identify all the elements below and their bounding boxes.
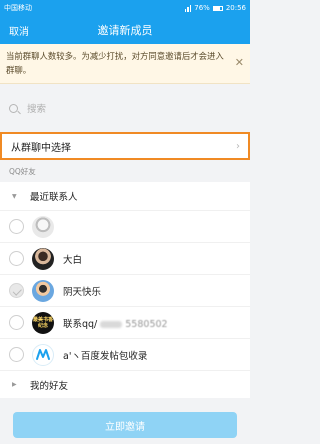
carrier-label: 中国移动 [4,4,32,12]
search-input[interactable]: 搜索 [27,101,46,115]
status-bar: 中国移动 76% 20:56 [0,0,250,16]
avatar: 最美书香纪念 [32,311,54,334]
page-title: 邀请新成员 [97,24,153,37]
avatar [32,215,54,238]
close-icon[interactable]: ✕ [235,56,244,70]
contact-list: ▼ 最近联系人 大白 阴天快乐 最美书香纪念 联系qq/5580502 a'ヽ百… [0,182,250,398]
notice-banner: 当前群聊人数较多。为减少打扰，对方同意邀请后才会进入群聊。 ✕ [0,44,250,84]
avatar [32,247,54,270]
invite-button[interactable]: 立即邀请 [13,412,237,438]
select-from-group-label: 从群聊中选择 [11,142,71,154]
cancel-button[interactable]: 取消 [9,23,29,38]
contact-number: 5580502 [125,318,168,330]
list-item[interactable]: 最美书香纪念 联系qq/5580502 [0,306,250,338]
redacted-text [100,320,123,328]
caret-down-icon: ▼ [12,192,17,200]
battery-percent: 76% [194,4,210,12]
list-item[interactable] [0,210,250,242]
list-item[interactable]: 阴天快乐 [0,274,250,306]
category-label: 最近联系人 [30,192,78,203]
status-right: 76% 20:56 [184,4,246,12]
contact-name: 阴天快乐 [63,286,102,298]
invite-screen: 中国移动 76% 20:56 取消 邀请新成员 当前群聊人数较多。为减少打扰，对… [0,0,250,444]
contact-name: 大白 [63,254,83,266]
signal-icon [184,4,192,12]
avatar-badge-text: 最美书香纪念 [32,316,53,329]
contact-name: 联系qq/5580502 [63,318,168,330]
category-label: 我的好友 [30,380,69,392]
select-from-group-row[interactable]: 从群聊中选择 › [0,132,250,160]
chevron-right-icon: › [236,141,240,152]
category-recent[interactable]: ▼ 最近联系人 [0,182,250,210]
contact-name: a'ヽ百度发帖包收录 [63,350,148,362]
battery-icon [212,5,223,11]
header: 中国移动 76% 20:56 取消 邀请新成员 [0,0,250,44]
section-label: QQ好友 [9,167,36,176]
caret-right-icon: ▶ [12,381,17,388]
avatar [32,343,54,366]
category-friends[interactable]: ▶ 我的好友 [0,370,250,398]
paw-logo-icon [36,348,50,360]
list-item[interactable]: a'ヽ百度发帖包收录 [0,338,250,370]
search-bar[interactable]: 搜索 [0,92,250,124]
list-item[interactable]: 大白 [0,242,250,274]
avatar [32,279,54,302]
checkbox[interactable] [9,251,24,266]
clock: 20:56 [225,4,246,12]
notice-text: 当前群聊人数较多。为减少打扰，对方同意邀请后才会进入群聊。 [6,51,224,75]
checkbox[interactable] [9,315,24,330]
title-bar: 取消 邀请新成员 [0,16,250,44]
search-icon [9,103,18,113]
checkbox[interactable] [9,219,24,234]
checkbox-checked[interactable] [9,283,24,298]
checkbox[interactable] [9,347,24,362]
